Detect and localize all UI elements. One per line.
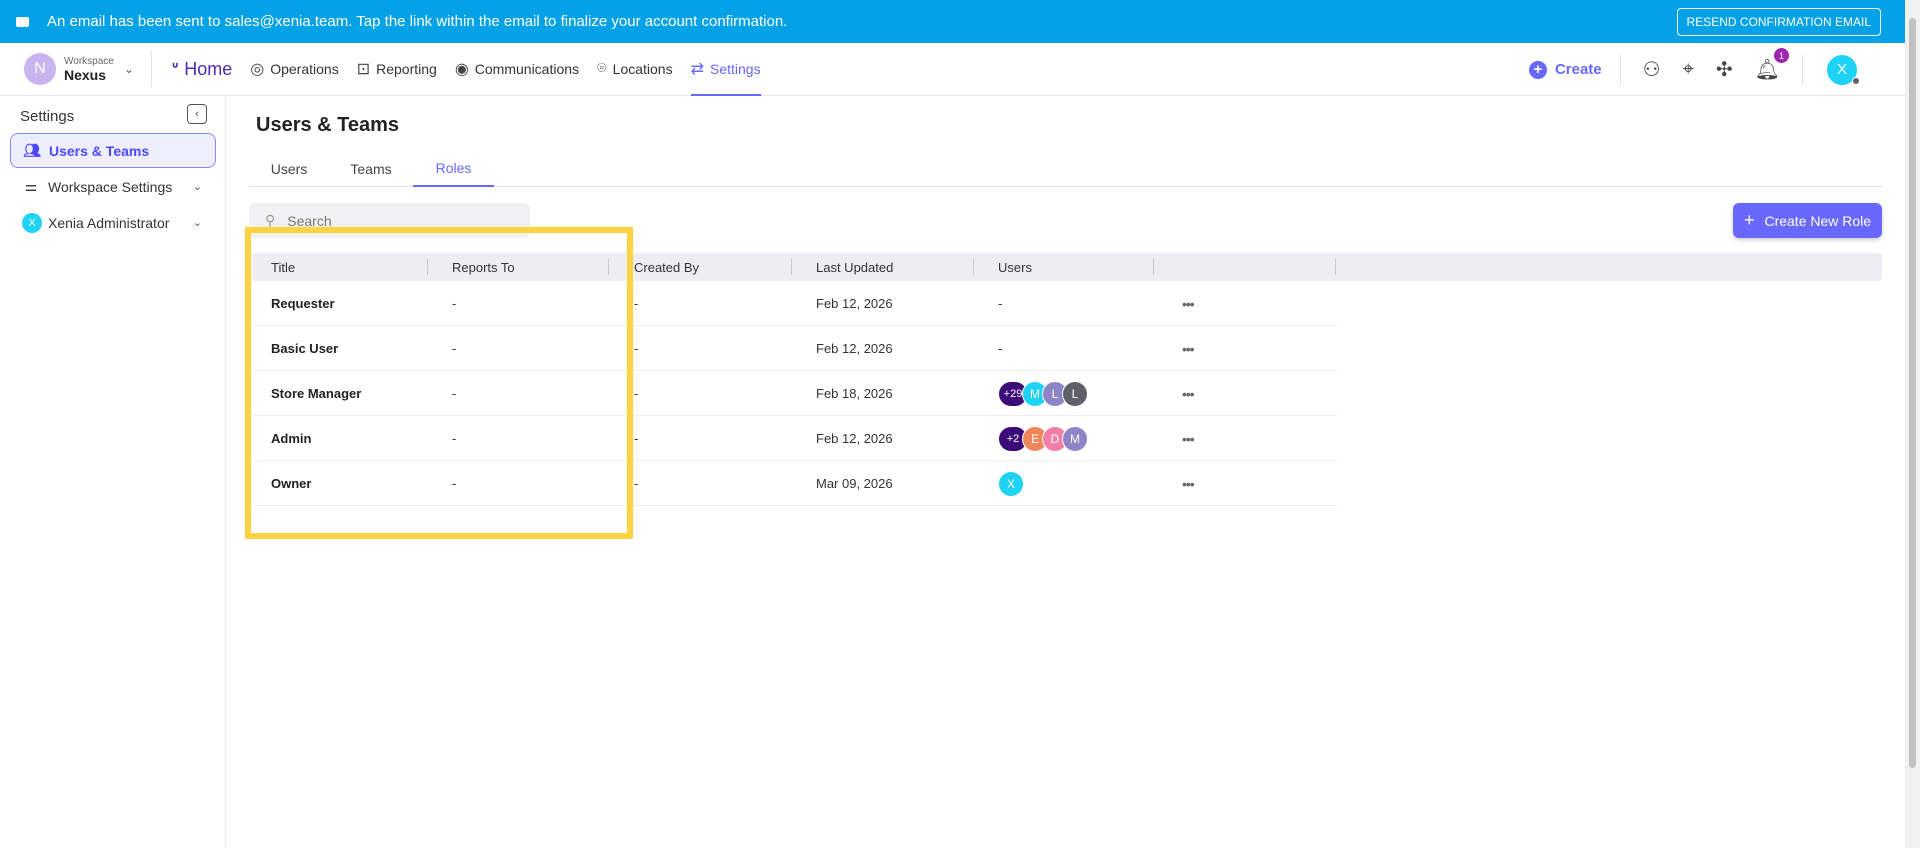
tab-teams[interactable]: Teams: [331, 150, 411, 187]
nav-label: Operations: [270, 61, 339, 77]
last-updated: Feb 18, 2026: [816, 386, 893, 401]
workspace-switcher[interactable]: N Workspace Nexus ⌄: [24, 51, 152, 87]
plus-icon: +: [1743, 210, 1755, 230]
sidebar-item-xenia-administrator[interactable]: X Xenia Administrator ⌄: [10, 205, 216, 240]
column-separator[interactable]: [1153, 259, 1154, 275]
users-text: -: [998, 341, 1003, 356]
user-avatar[interactable]: X: [1802, 54, 1860, 85]
chat-icon: ◉: [454, 61, 469, 78]
nav-label: Communications: [474, 61, 580, 77]
resend-confirmation-button[interactable]: RESEND CONFIRMATION EMAIL: [1676, 8, 1881, 36]
users-cell[interactable]: -: [998, 281, 1002, 326]
column-header-created-by[interactable]: Created By: [634, 253, 699, 281]
chevron-down-icon: ⌄: [192, 217, 202, 229]
sidebar-item-users-teams[interactable]: 👥︎ Users & Teams: [10, 133, 216, 168]
column-separator[interactable]: [1335, 259, 1336, 275]
sliders-icon: ⚌: [24, 178, 38, 194]
workspace-avatar: N: [24, 53, 56, 85]
user-avatar[interactable]: L: [1062, 380, 1088, 407]
scrollbar-thumb[interactable]: [1909, 18, 1916, 768]
scrollbar[interactable]: [1905, 0, 1920, 848]
last-updated: Feb 12, 2026: [816, 431, 893, 446]
more-actions-icon[interactable]: •••: [1182, 326, 1195, 371]
confirmation-banner: An email has been sent to sales@xenia.te…: [0, 0, 1905, 43]
more-actions-icon[interactable]: •••: [1182, 461, 1195, 506]
presentation-chart-icon: ⊡: [356, 61, 371, 78]
users-cell[interactable]: -: [998, 326, 1002, 371]
tab-roles[interactable]: Roles: [413, 150, 494, 187]
nav-communications[interactable]: ◉ Communications: [455, 43, 579, 96]
admin-avatar: X: [22, 212, 42, 233]
nav-home[interactable]: ᐡ Home: [172, 43, 232, 96]
nav-reporting[interactable]: ⊡ Reporting: [357, 43, 437, 96]
location-pin-icon: ⌾: [597, 60, 607, 77]
user-avatar[interactable]: M: [1062, 425, 1088, 452]
last-updated: Mar 09, 2026: [816, 476, 893, 491]
column-separator[interactable]: [973, 259, 974, 275]
nav-label: Settings: [710, 61, 761, 77]
tab-users[interactable]: Users: [249, 150, 329, 187]
nav-label: Locations: [612, 61, 673, 77]
nav-locations[interactable]: ⌾ Locations: [597, 43, 673, 96]
created-by: -: [634, 386, 639, 401]
users-text: -: [998, 296, 1003, 311]
more-actions-icon[interactable]: •••: [1182, 281, 1195, 326]
chevron-down-icon: ⌄: [123, 62, 134, 76]
puzzle-icon[interactable]: ✣: [1716, 57, 1733, 82]
home-logo-icon: ᐡ: [172, 61, 179, 78]
page-title: Users & Teams: [256, 114, 400, 136]
highlight-box: [245, 227, 633, 539]
workspace-label: Workspace: [64, 55, 114, 67]
plus-icon: +: [1528, 60, 1547, 79]
users-cell[interactable]: +2 E D M: [998, 416, 1088, 461]
tabs: Users Teams Roles: [249, 150, 1882, 187]
column-separator[interactable]: [791, 259, 792, 275]
column-header-users[interactable]: Users: [998, 253, 1032, 281]
created-by: -: [634, 431, 639, 446]
more-actions-icon[interactable]: •••: [1182, 416, 1195, 461]
settings-sidebar: Settings ‹ 👥︎ Users & Teams ⚌ Workspace Se…: [0, 96, 226, 848]
telescope-icon[interactable]: ⌖: [1683, 58, 1694, 81]
workspace-name: Nexus: [64, 66, 107, 83]
last-updated: Feb 12, 2026: [816, 296, 893, 311]
users-icon: 👥︎: [23, 142, 41, 158]
user-avatar[interactable]: X: [998, 470, 1024, 497]
created-by: -: [634, 296, 639, 311]
sidebar-title: Settings: [20, 108, 75, 125]
status-dot: [1852, 76, 1860, 85]
mail-icon: [16, 16, 29, 27]
sidebar-item-label: Workspace Settings: [48, 178, 173, 195]
create-new-role-button[interactable]: + Create New Role: [1733, 203, 1882, 238]
create-button[interactable]: + Create: [1528, 54, 1621, 85]
last-updated: Feb 12, 2026: [816, 341, 893, 356]
settings-sliders-icon: ⇄: [690, 61, 704, 78]
check-circle-icon: ◎: [250, 61, 265, 78]
chevron-down-icon: ⌄: [192, 181, 202, 193]
sidebar-item-label: Users & Teams: [49, 142, 150, 159]
notification-badge: 1: [1774, 48, 1789, 63]
column-header-last-updated[interactable]: Last Updated: [816, 253, 893, 281]
nav-home-label: Home: [184, 58, 233, 79]
nav-settings[interactable]: ⇄ Settings: [690, 43, 761, 96]
created-by: -: [634, 476, 639, 491]
collapse-sidebar-icon[interactable]: ‹: [187, 104, 207, 124]
top-nav: N Workspace Nexus ⌄ ᐡ Home ◎ Operations ⊡ Re…: [0, 43, 1905, 96]
more-actions-icon[interactable]: •••: [1182, 371, 1195, 416]
created-by: -: [634, 341, 639, 356]
nav-operations[interactable]: ◎ Operations: [250, 43, 338, 96]
sidebar-item-workspace-settings[interactable]: ⚌ Workspace Settings ⌄: [10, 169, 216, 204]
banner-message: An email has been sent to sales@xenia.te…: [47, 13, 788, 30]
sidebar-item-label: Xenia Administrator: [48, 214, 170, 231]
nav-label: Reporting: [376, 61, 437, 77]
bell-icon[interactable]: 🔔︎ 1: [1755, 48, 1789, 82]
invite-user-icon[interactable]: ⚇: [1643, 57, 1661, 82]
create-new-role-label: Create New Role: [1764, 212, 1872, 229]
users-cell[interactable]: X: [998, 461, 1024, 506]
create-label: Create: [1554, 61, 1602, 78]
users-cell[interactable]: +29 M L L: [998, 371, 1088, 416]
